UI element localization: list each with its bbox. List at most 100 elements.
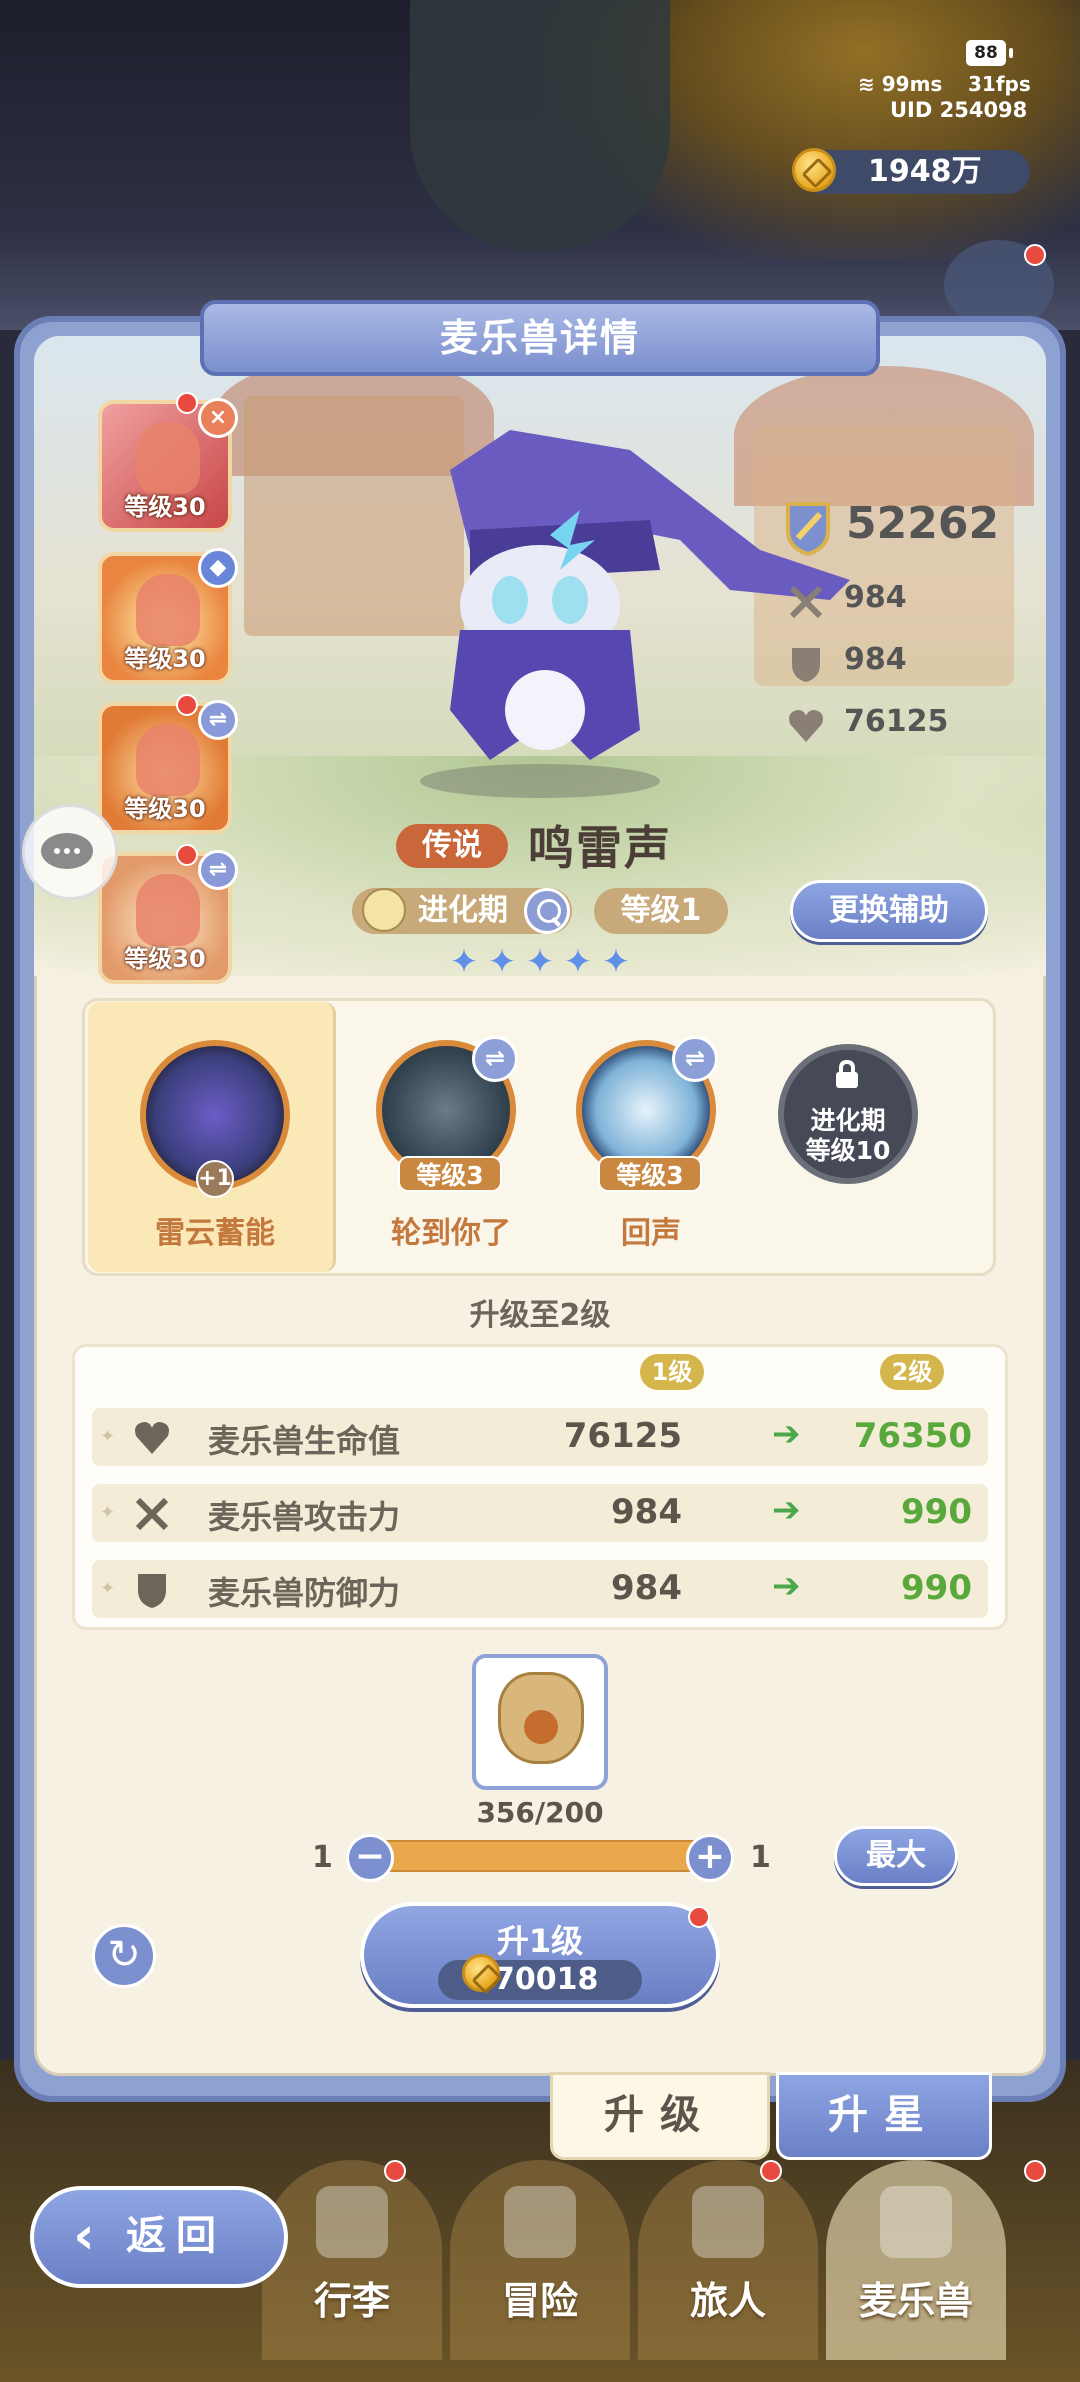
upgrade-title: 升级至2级 xyxy=(469,1298,611,1333)
skill-name: 轮到你了 xyxy=(391,1216,511,1251)
shield-icon xyxy=(792,648,820,682)
star-icon: ✦ xyxy=(525,942,555,982)
coin-icon xyxy=(792,148,836,192)
paw-icon xyxy=(524,1710,558,1744)
stat-current: 984 xyxy=(611,1492,682,1532)
sprout-icon xyxy=(362,888,406,932)
battery-indicator: 88 xyxy=(966,40,1013,66)
slider-min: 1 xyxy=(312,1840,333,1875)
ally-portrait xyxy=(136,874,200,946)
level-up-button[interactable]: 升1级 70018 xyxy=(360,1902,720,2008)
table-row: ✦ 麦乐兽防御力 984 ➔ 990 xyxy=(92,1560,988,1618)
magnify-icon[interactable] xyxy=(524,888,570,934)
table-row: ✦ 麦乐兽攻击力 984 ➔ 990 xyxy=(92,1484,988,1542)
shield-icon: ◆ xyxy=(198,548,238,588)
nav-monster[interactable]: 麦乐兽 xyxy=(826,2160,1006,2360)
star-icon: ✦ xyxy=(487,942,517,982)
notification-dot xyxy=(176,694,198,716)
ally-level: 等级30 xyxy=(124,795,206,823)
nav-label: 麦乐兽 xyxy=(858,2279,973,2323)
ping-readout: ≋ 99ms xyxy=(858,72,942,96)
coin-icon xyxy=(462,1954,500,1992)
tab-upgrade[interactable]: 升级 xyxy=(550,2072,770,2160)
nav-label: 行李 xyxy=(313,2279,390,2323)
hp-value: 76125 xyxy=(844,704,949,739)
star-icon: ✦ xyxy=(449,942,479,982)
notification-dot xyxy=(384,2160,406,2182)
back-label: 返回 xyxy=(126,2213,226,2259)
skill-level: 等级3 xyxy=(398,1156,502,1192)
x-icon: × xyxy=(198,398,238,438)
item-count: 356/200 xyxy=(476,1796,604,1829)
sparkle-icon: ✦ xyxy=(100,1578,116,1599)
notification-dot xyxy=(1024,244,1046,266)
refresh-icon[interactable]: ↻ xyxy=(92,1924,156,1988)
table-row: ✦ 麦乐兽生命值 76125 ➔ 76350 xyxy=(92,1408,988,1466)
max-button[interactable]: 最大 xyxy=(834,1826,958,1886)
chat-icon[interactable] xyxy=(22,804,118,900)
evolution-stage-label: 进化期 xyxy=(418,893,508,928)
stat-label: 麦乐兽生命值 xyxy=(208,1422,401,1460)
ally-portrait xyxy=(136,724,200,796)
nav-traveler[interactable]: 旅人 xyxy=(638,2160,818,2360)
ally-portrait xyxy=(136,574,200,646)
uid-readout: UID 254098 xyxy=(890,98,1028,122)
skill-bonus: +1 xyxy=(196,1160,234,1198)
locked-level: 等级10 xyxy=(805,1136,891,1165)
arrow-right-icon: ➔ xyxy=(772,1490,801,1530)
shield-icon xyxy=(138,1574,166,1608)
attack-value: 984 xyxy=(844,580,907,615)
level-up-cost-value: 70018 xyxy=(494,1962,599,1997)
panel-title: 麦乐兽详情 xyxy=(200,300,880,376)
minus-button[interactable]: − xyxy=(346,1834,394,1882)
arrow-right-icon: ➔ xyxy=(772,1566,801,1606)
skill-name: 雷云蓄能 xyxy=(155,1216,275,1251)
stat-next: 990 xyxy=(901,1568,972,1608)
luggage-icon xyxy=(316,2186,388,2258)
ping-value: 99ms xyxy=(881,72,943,96)
plus-button[interactable]: + xyxy=(686,1834,734,1882)
wifi-icon: ≋ xyxy=(858,72,875,96)
defense-stat: 984 xyxy=(780,640,980,684)
ally-level: 等级30 xyxy=(124,493,206,521)
nav-luggage[interactable]: 行李 xyxy=(262,2160,442,2360)
ally-level: 等级30 xyxy=(124,945,206,973)
tab-star-up[interactable]: 升星 xyxy=(776,2072,992,2160)
swords-icon xyxy=(504,2186,576,2258)
nav-adventure[interactable]: 冒险 xyxy=(450,2160,630,2360)
stat-next: 76350 xyxy=(853,1416,972,1456)
swap-icon[interactable]: ⇌ xyxy=(672,1036,718,1082)
coin-balance-value: 1948万 xyxy=(868,154,982,189)
nav-label: 旅人 xyxy=(689,2279,766,2323)
notification-dot xyxy=(688,1906,710,1928)
background-statue xyxy=(410,0,670,250)
swap-icon[interactable]: ⇌ xyxy=(472,1036,518,1082)
heart-icon xyxy=(135,1422,169,1454)
locked-stage: 进化期 xyxy=(810,1106,886,1135)
defense-value: 984 xyxy=(844,642,907,677)
ally-portrait xyxy=(136,422,200,494)
star-icon: ✦ xyxy=(601,942,631,982)
notification-dot xyxy=(176,392,198,414)
stat-current: 76125 xyxy=(563,1416,682,1456)
stat-label: 麦乐兽攻击力 xyxy=(208,1498,401,1536)
fps-readout: 31fps xyxy=(968,72,1031,96)
cat-icon xyxy=(880,2186,952,2258)
power-icon xyxy=(786,502,830,556)
star-rating: ✦ ✦ ✦ ✦ ✦ xyxy=(446,944,634,980)
lock-icon xyxy=(836,1060,858,1088)
power-value: 52262 xyxy=(846,498,1000,549)
stat-current: 984 xyxy=(611,1568,682,1608)
current-level-header: 1级 xyxy=(640,1354,704,1390)
next-level-header: 2级 xyxy=(880,1354,944,1390)
star-icon: ✦ xyxy=(563,942,593,982)
sparkle-icon: ✦ xyxy=(100,1426,116,1447)
notification-dot xyxy=(176,844,198,866)
swap-icon: ⇌ xyxy=(198,700,238,740)
notification-dot xyxy=(760,2160,782,2182)
attack-stat: 984 xyxy=(780,578,980,622)
quantity-slider[interactable] xyxy=(370,1840,710,1872)
change-assist-button[interactable]: 更换辅助 xyxy=(790,880,988,942)
back-arrow-icon: ‹ xyxy=(73,2206,95,2266)
sparkle-icon: ✦ xyxy=(100,1502,116,1523)
